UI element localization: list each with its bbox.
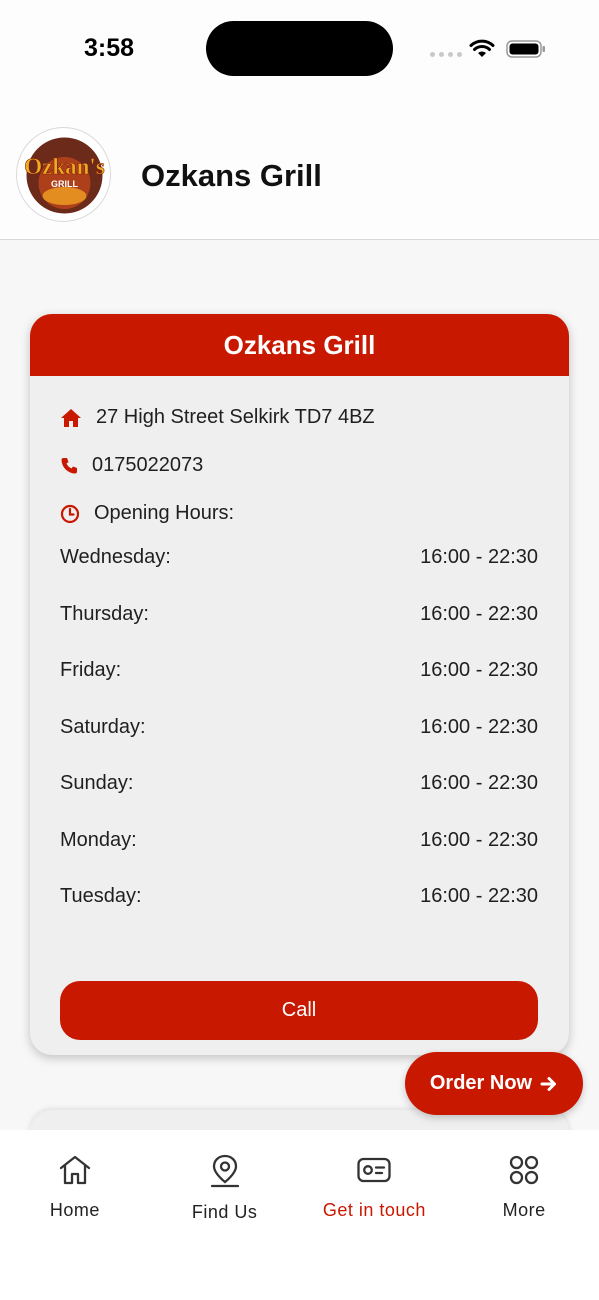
hours-value: 16:00 - 22:30 — [420, 885, 538, 907]
day-label: Tuesday: — [60, 885, 142, 907]
phone-row[interactable]: 0175022073 — [60, 454, 203, 477]
tab-get-in-touch[interactable]: Get in touch — [300, 1130, 450, 1300]
status-time: 3:58 — [84, 34, 135, 62]
tab-label: More — [502, 1200, 546, 1220]
call-button[interactable]: Call — [60, 981, 538, 1040]
dynamic-island — [206, 21, 393, 76]
cellular-signal-icon — [430, 52, 462, 57]
card-title: Ozkans Grill — [30, 314, 569, 376]
hours-row-monday: Monday: 16:00 - 22:30 — [60, 829, 538, 886]
hours-value: 16:00 - 22:30 — [420, 828, 538, 851]
address-text: 27 High Street Selkirk TD7 4BZ — [96, 406, 375, 428]
hours-row-thursday: Thursday: 16:00 - 22:30 — [60, 603, 538, 660]
day-label: Friday: — [60, 659, 122, 681]
tab-label: Get in touch — [322, 1200, 426, 1220]
home-icon — [59, 1155, 91, 1185]
grid-icon — [509, 1155, 539, 1185]
day-label: Sunday: — [60, 772, 134, 794]
svg-text:Ozkan's: Ozkan's — [24, 154, 105, 179]
opening-hours-label: Opening Hours: — [94, 502, 235, 524]
arrow-right-icon — [540, 1076, 557, 1091]
order-now-label: Order Now — [429, 1072, 533, 1094]
logo-graphic: Ozkan's GRILL — [24, 137, 105, 214]
hours-value: 16:00 - 22:30 — [420, 659, 538, 681]
hours-row-sunday: Sunday: 16:00 - 22:30 — [60, 772, 538, 829]
status-bar: 3:58 — [0, 0, 599, 96]
location-pin-icon — [210, 1154, 239, 1188]
bottom-tab-bar: Home Find Us Get in touch More — [0, 1130, 599, 1300]
phone-icon — [61, 457, 77, 473]
hours-value: 16:00 - 22:30 — [420, 715, 538, 738]
tab-label: Home — [49, 1200, 100, 1220]
clock-icon — [60, 504, 80, 523]
hours-row-saturday: Saturday: 16:00 - 22:30 — [60, 716, 538, 773]
svg-text:GRILL: GRILL — [51, 179, 78, 189]
tab-more[interactable]: More — [449, 1130, 599, 1300]
hours-row-friday: Friday: 16:00 - 22:30 — [60, 659, 538, 716]
app-title: Ozkans Grill — [141, 158, 322, 193]
opening-hours-row: Opening Hours: — [60, 502, 234, 525]
tab-label: Find Us — [191, 1202, 258, 1222]
app-header: Ozkan's GRILL Ozkans Grill — [0, 96, 599, 240]
contact-card-icon — [357, 1157, 392, 1183]
hours-value: 16:00 - 22:30 — [420, 772, 538, 794]
day-label: Wednesday: — [60, 546, 171, 568]
order-now-button[interactable]: Order Now — [405, 1052, 583, 1115]
battery-icon — [506, 40, 545, 58]
address-row: 27 High Street Selkirk TD7 4BZ — [60, 406, 375, 429]
restaurant-info-card: Ozkans Grill 27 High Street Selkirk TD7 … — [30, 314, 569, 1055]
phone-number[interactable]: 0175022073 — [92, 454, 203, 477]
day-label: Saturday: — [60, 715, 146, 738]
day-label: Thursday: — [60, 602, 149, 625]
tab-home[interactable]: Home — [0, 1130, 150, 1300]
hours-row-wednesday: Wednesday: 16:00 - 22:30 — [60, 546, 538, 603]
restaurant-logo[interactable]: Ozkan's GRILL — [16, 127, 111, 222]
day-label: Monday: — [60, 828, 137, 851]
tab-find-us[interactable]: Find Us — [150, 1130, 300, 1300]
wifi-icon — [469, 39, 495, 57]
hours-value: 16:00 - 22:30 — [420, 546, 538, 568]
opening-hours-list: Wednesday: 16:00 - 22:30 Thursday: 16:00… — [60, 546, 538, 942]
hours-row-tuesday: Tuesday: 16:00 - 22:30 — [60, 885, 538, 942]
home-icon — [61, 408, 81, 427]
hours-value: 16:00 - 22:30 — [420, 602, 538, 625]
